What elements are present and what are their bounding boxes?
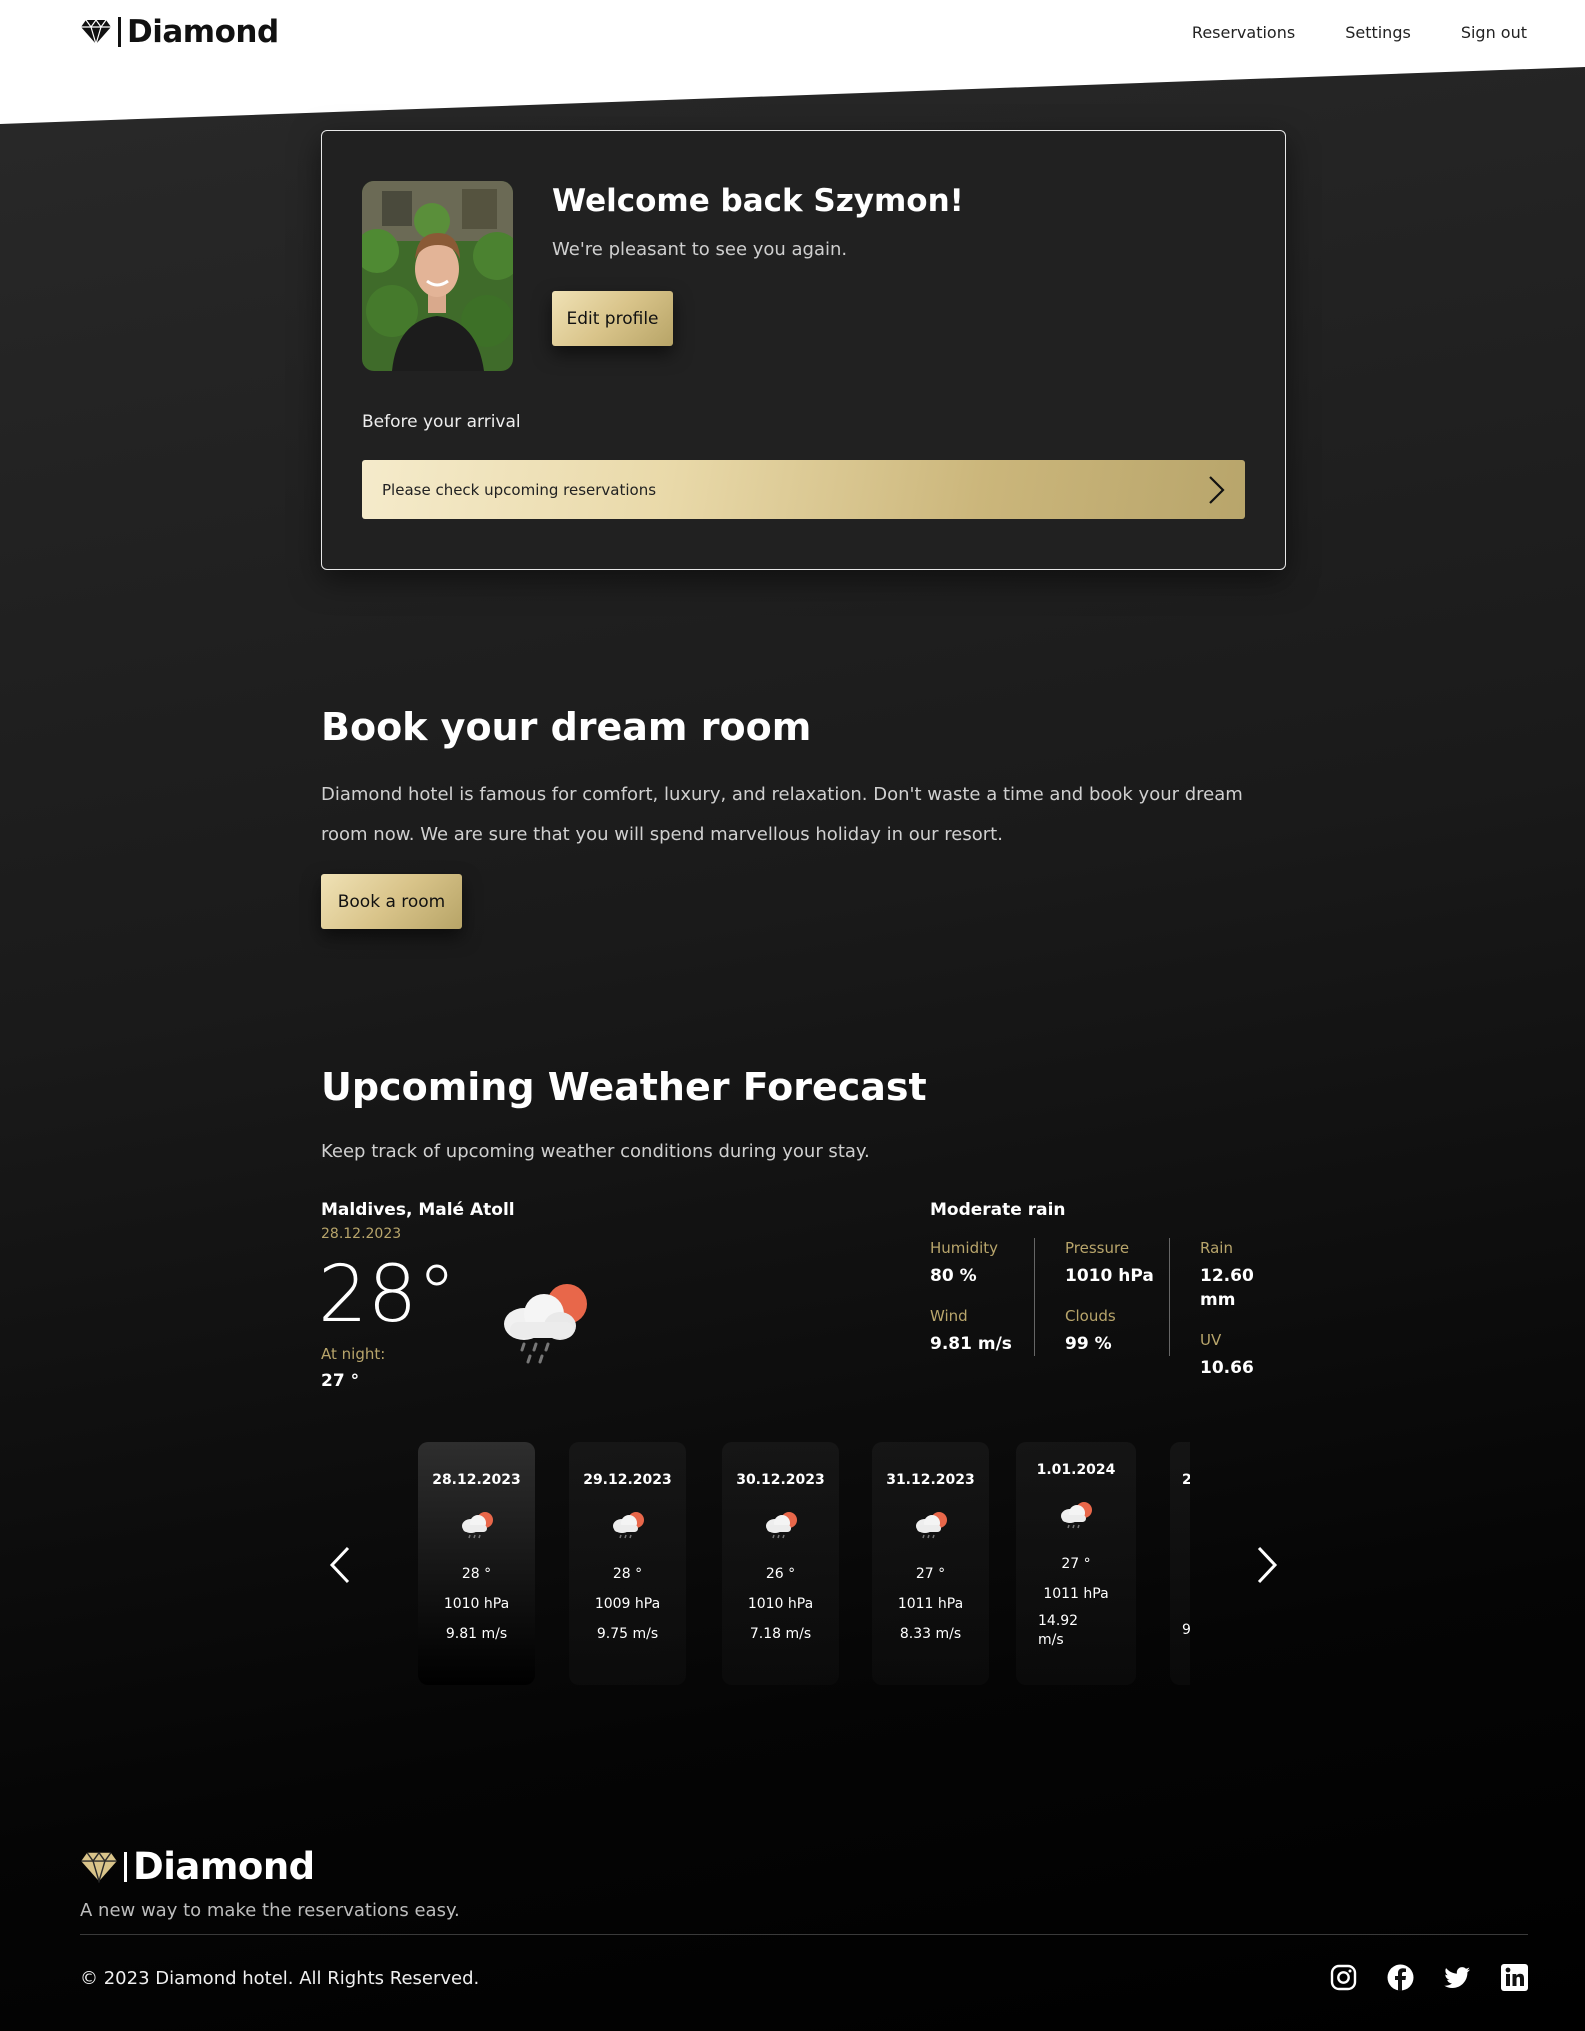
logo-separator <box>124 1851 127 1882</box>
night-temperature: 27 ° <box>321 1371 360 1391</box>
diamond-icon <box>81 19 111 45</box>
pressure-value: 1010 hPa <box>1065 1266 1154 1286</box>
forecast-wind: 8.33 m/s <box>899 1626 962 1642</box>
footer-brand-logo[interactable]: Diamond <box>80 1845 315 1888</box>
upcoming-reservations-link[interactable]: Please check upcoming reservations <box>362 460 1245 519</box>
forecast-date: 28.12.2023 <box>432 1472 521 1488</box>
forecast-day-card[interactable]: 30.12.2023 26 ° 1010 hPa 7.18 m/s <box>722 1442 839 1685</box>
weather-stats: Humidity 80 % Wind 9.81 m/s Pressure 101… <box>930 1238 1286 1378</box>
clouds-value: 99 % <box>1065 1334 1112 1354</box>
forecast-carousel: 28.12.2023 28 ° 1010 hPa 9.81 m/s 29.12.… <box>418 1442 1190 1687</box>
forecast-day-card[interactable]: 28.12.2023 28 ° 1010 hPa 9.81 m/s <box>418 1442 535 1685</box>
stats-column-2: Pressure 1010 hPa Clouds 99 % <box>1034 1238 1169 1356</box>
forecast-day-card[interactable]: 29.12.2023 28 ° 1009 hPa 9.75 m/s <box>569 1442 686 1685</box>
humidity-label: Humidity <box>930 1239 999 1257</box>
stats-column-3: Rain 12.60 mm UV 10.66 <box>1169 1238 1286 1378</box>
main-nav: Reservations Settings Sign out <box>1192 23 1527 42</box>
instagram-icon[interactable] <box>1330 1964 1357 1991</box>
forecast-date: 30.12.2023 <box>736 1472 825 1488</box>
nav-reservations[interactable]: Reservations <box>1192 23 1295 42</box>
night-label: At night: <box>321 1345 386 1363</box>
diamond-icon <box>81 1851 117 1883</box>
forecast-date: 31.12.2023 <box>886 1472 975 1488</box>
forecast-date: 2 <box>1182 1472 1190 1488</box>
carousel-prev-button[interactable] <box>328 1545 352 1585</box>
top-navbar: Diamond Reservations Settings Sign out <box>0 0 1585 64</box>
forecast-wind: 9.75 m/s <box>596 1626 659 1642</box>
forecast-pressure: 1011 hPa <box>1043 1586 1109 1602</box>
edit-profile-button[interactable]: Edit profile <box>552 291 673 346</box>
forecast-temp: 26 ° <box>765 1566 796 1582</box>
forecast-pressure: 1011 hPa <box>897 1596 964 1612</box>
rain-cloud-sun-icon <box>461 1512 493 1539</box>
nav-settings[interactable]: Settings <box>1345 23 1411 42</box>
rain-cloud-sun-icon <box>765 1512 797 1539</box>
twitter-icon[interactable] <box>1444 1964 1471 1991</box>
weather-subtitle: Keep track of upcoming weather condition… <box>321 1141 870 1162</box>
forecast-date: 1.01.2024 <box>1036 1462 1116 1478</box>
avatar <box>362 181 513 371</box>
current-temperature: 28° <box>318 1250 457 1340</box>
before-arrival-label: Before your arrival <box>362 412 521 432</box>
booking-description: Diamond hotel is famous for comfort, lux… <box>321 784 1243 845</box>
forecast-wind: 9 <box>1182 1622 1190 1638</box>
forecast-day-card[interactable]: 31.12.2023 27 ° 1011 hPa 8.33 m/s <box>872 1442 989 1685</box>
rain-cloud-sun-icon <box>1061 1502 1092 1529</box>
booking-title: Book your dream room <box>321 705 812 749</box>
forecast-pressure: 1010 hPa <box>747 1596 814 1612</box>
forecast-temp: 28 ° <box>612 1566 643 1582</box>
forecast-wind: 9.81 m/s <box>445 1626 508 1642</box>
forecast-temp: 28 ° <box>461 1566 492 1582</box>
nav-sign-out[interactable]: Sign out <box>1461 23 1527 42</box>
logo-separator <box>118 17 121 47</box>
brand-name: Diamond <box>127 14 279 50</box>
footer-tagline: A new way to make the reservations easy. <box>80 1900 460 1921</box>
linkedin-icon[interactable] <box>1501 1964 1528 1991</box>
chevron-right-icon <box>1209 475 1225 504</box>
wind-value: 9.81 m/s <box>930 1334 1012 1354</box>
reservations-prompt: Please check upcoming reservations <box>382 480 657 499</box>
weather-condition: Moderate rain <box>930 1200 1066 1220</box>
uv-value: 10.66 <box>1200 1358 1254 1378</box>
wind-label: Wind <box>930 1307 968 1325</box>
rain-value: 12.60 mm <box>1200 1266 1254 1310</box>
pressure-label: Pressure <box>1065 1239 1130 1257</box>
stats-column-1: Humidity 80 % Wind 9.81 m/s <box>930 1238 1034 1356</box>
welcome-subtitle: We're pleasant to see you again. <box>552 239 848 260</box>
forecast-wind: 7.18 m/s <box>749 1626 812 1642</box>
forecast-pressure: 1009 hPa <box>594 1596 661 1612</box>
footer-divider <box>80 1934 1528 1935</box>
weather-title: Upcoming Weather Forecast <box>321 1065 927 1109</box>
brand-logo[interactable]: Diamond <box>80 14 279 50</box>
forecast-date: 29.12.2023 <box>583 1472 672 1488</box>
book-room-button[interactable]: Book a room <box>321 874 462 929</box>
welcome-card: Welcome back Szymon! We're pleasant to s… <box>321 130 1286 570</box>
forecast-pressure: 1010 hPa <box>443 1596 510 1612</box>
forecast-temp: 27 ° <box>915 1566 946 1582</box>
clouds-label: Clouds <box>1065 1307 1116 1325</box>
social-links <box>1330 1964 1528 1991</box>
uv-label: UV <box>1200 1331 1222 1349</box>
rain-label: Rain <box>1200 1239 1233 1257</box>
forecast-wind: 14.92 m/s <box>1038 1613 1079 1648</box>
welcome-title: Welcome back Szymon! <box>552 183 964 219</box>
carousel-next-button[interactable] <box>1255 1545 1279 1585</box>
humidity-value: 80 % <box>930 1266 977 1286</box>
facebook-icon[interactable] <box>1387 1964 1414 1991</box>
copyright: © 2023 Diamond hotel. All Rights Reserve… <box>80 1968 480 1989</box>
forecast-day-card[interactable]: 1.01.2024 27 ° 1011 hPa 14.92 m/s <box>1016 1442 1136 1685</box>
weather-date: 28.12.2023 <box>321 1226 402 1242</box>
forecast-day-card-partial[interactable]: 2 9 <box>1170 1442 1190 1685</box>
rain-cloud-sun-icon <box>612 1512 644 1539</box>
forecast-temp: 27 ° <box>1061 1556 1091 1572</box>
rain-cloud-sun-icon <box>915 1512 947 1539</box>
footer-brand-name: Diamond <box>133 1845 315 1888</box>
rain-cloud-sun-icon <box>504 1284 587 1364</box>
weather-location: Maldives, Malé Atoll <box>321 1200 515 1220</box>
